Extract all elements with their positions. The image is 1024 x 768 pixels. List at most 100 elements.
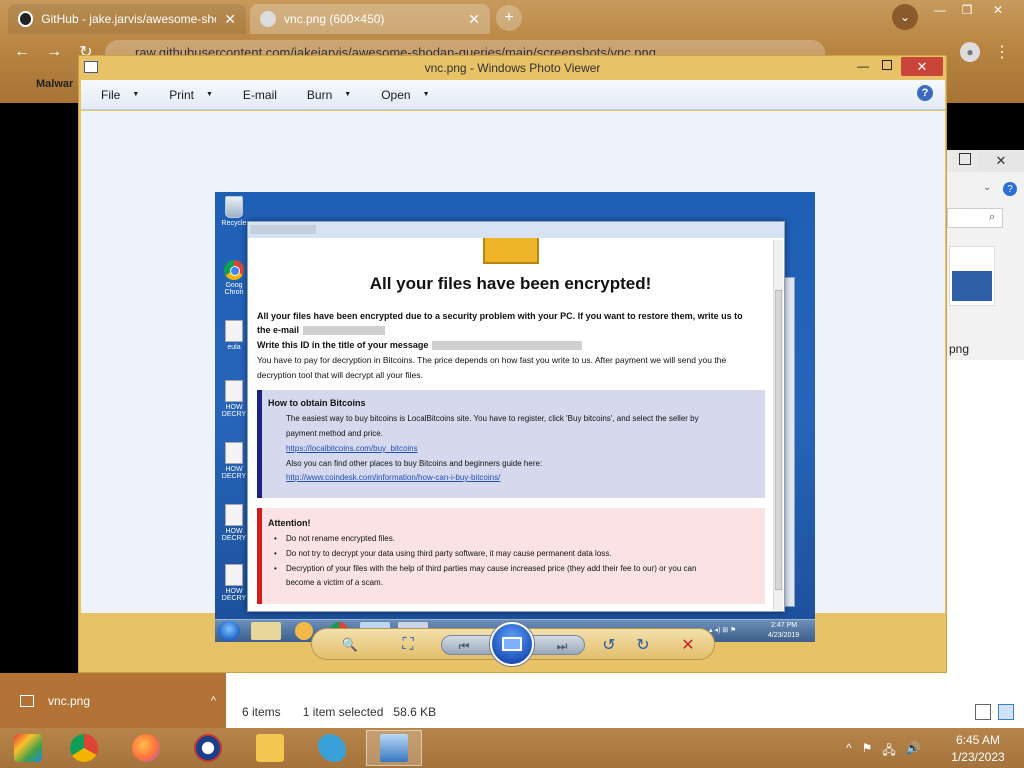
zoom-icon[interactable]: 🔍 (340, 635, 360, 655)
menu-email[interactable]: E-mail (243, 88, 277, 102)
file-icon (20, 694, 34, 707)
ransom-text: Write this ID in the title of your messa… (257, 340, 429, 350)
minimize-button[interactable]: — (928, 2, 952, 18)
tab-vnc[interactable]: vnc.png (600×450) ✕ (250, 4, 490, 34)
ransom-line: decryption tool that will decrypt all yo… (257, 370, 423, 380)
download-item[interactable]: vnc.png ^ (0, 673, 226, 728)
taskbar-app-photo-viewer[interactable] (366, 730, 422, 766)
close-icon[interactable]: ✕ (978, 150, 1024, 172)
taskbar-app-chrome[interactable] (56, 730, 112, 766)
tab-title: GitHub - jake.jarvis/awesome-shod (41, 12, 217, 26)
warning-icon (483, 238, 539, 264)
vm-clock-time: 2:47 PM (771, 622, 798, 629)
slideshow-button[interactable] (490, 622, 534, 666)
chevron-up-icon[interactable]: ^ (211, 695, 216, 707)
taskbar-app-explorer[interactable] (242, 730, 298, 766)
delete-icon[interactable]: ✕ (678, 635, 698, 655)
bookmark-item[interactable]: Malwar (36, 78, 73, 90)
attention-item: Do not rename encrypted files. (274, 532, 395, 546)
desktop-icon-label: Goog Chron (224, 282, 244, 296)
caret-down-icon: ▼ (132, 91, 140, 98)
taskbar-app-obama[interactable] (180, 730, 236, 766)
volume-icon[interactable]: 🔊 (906, 741, 921, 762)
tray-icons: ▴ ◂) ⊞ ⚑ (709, 627, 737, 634)
next-icon[interactable]: ⏭ (552, 636, 572, 656)
previous-icon[interactable]: ⏮ (454, 636, 474, 656)
menu-burn[interactable]: Burn ▼ (307, 88, 351, 102)
flag-icon[interactable]: ⚑ (862, 741, 873, 762)
forward-icon[interactable]: → (44, 42, 64, 62)
ransom-line: You have to pay for decryption in Bitcoi… (257, 355, 727, 365)
show-hidden-icons[interactable]: ^ (846, 741, 852, 762)
close-button[interactable]: ✕ (901, 57, 943, 76)
explorer-icon (251, 622, 281, 640)
chevron-down-icon[interactable]: ⌄ (983, 182, 991, 193)
desktop-icon-label: eula (227, 344, 241, 351)
desktop-icon-label: HOW DECRY (221, 528, 247, 542)
slideshow-icon (502, 637, 522, 651)
network-icon[interactable]: 🖧 (882, 741, 895, 762)
rotate-ccw-icon[interactable]: ↺ (599, 635, 619, 655)
bitcoin-box: How to obtain Bitcoins The easiest way t… (257, 390, 765, 498)
status-items: 6 items (242, 705, 281, 719)
attention-item: Do not try to decrypt your data using th… (274, 547, 611, 561)
actual-size-icon[interactable]: ⛶ (398, 635, 418, 655)
taskbar-app-firefox[interactable] (118, 730, 174, 766)
explorer-status: 6 items 1 item selected 58.6 KB (242, 705, 436, 719)
desktop-icon-recycle: Recycle (221, 196, 247, 227)
help-icon[interactable]: ? (917, 85, 933, 101)
new-tab-button[interactable]: + (496, 5, 522, 31)
bitcoin-text: payment method and price. (286, 429, 383, 438)
restore-button[interactable]: ❐ (955, 2, 979, 18)
close-tab-icon[interactable]: ✕ (468, 11, 480, 28)
tab-github[interactable]: GitHub - jake.jarvis/awesome-shod ✕ (8, 4, 246, 34)
image-canvas: Recycle Goog Chron eula HOW DECRY HOW DE… (81, 111, 945, 642)
taskbar-clock[interactable]: 6:45 AM 1/23/2023 (938, 732, 1018, 766)
desktop-icon-label: HOW DECRY (221, 588, 247, 602)
desktop-icon-label: HOW DECRY (221, 466, 247, 480)
tiles-view-icon[interactable] (998, 704, 1014, 720)
desktop-icon-file: HOW DECRY (221, 380, 247, 418)
back-icon[interactable]: ← (12, 42, 32, 62)
search-icon: ⌕ (989, 211, 996, 223)
viewer-controlbar: 🔍 ⛶ ⏮ ⏭ ↺ ↻ ✕ (311, 622, 715, 666)
photo-viewer-icon (380, 734, 408, 762)
globe-icon (260, 11, 276, 27)
download-filename: vnc.png (48, 693, 91, 708)
file-name: png (949, 342, 970, 356)
windows-start-icon (218, 621, 240, 641)
close-tab-icon[interactable]: ✕ (224, 11, 236, 28)
attention-box: Attention! Do not rename encrypted files… (257, 508, 765, 604)
firefox-icon (132, 734, 160, 762)
ransom-title: All your files have been encrypted! (369, 274, 652, 293)
ransom-titlebar (248, 222, 784, 238)
maximize-button[interactable] (882, 60, 892, 70)
menu-label: E-mail (242, 87, 277, 102)
file-thumbnail[interactable] (949, 246, 995, 306)
taskbar-app-dolphin[interactable] (304, 730, 360, 766)
details-view-icon[interactable] (975, 704, 991, 720)
ransom-text: the e-mail (257, 325, 300, 335)
desktop-icon-label: Recycle (221, 220, 247, 227)
taskbar-app-photos[interactable] (0, 730, 56, 766)
tab-search-icon[interactable]: ⌄ (892, 4, 918, 30)
maximize-icon[interactable] (959, 153, 971, 165)
desktop-icon-label: HOW DECRY (221, 404, 247, 418)
desktop-icon-eula: eula (221, 320, 247, 351)
menu-icon[interactable]: ⋮ (994, 42, 1010, 62)
help-icon[interactable]: ? (1003, 182, 1017, 196)
dolphin-icon (318, 734, 346, 762)
clock-date: 1/23/2023 (951, 750, 1005, 764)
menu-print[interactable]: Print ▼ (169, 88, 213, 102)
menu-open[interactable]: Open ▼ (381, 88, 429, 102)
zoom-glyph: 🔍 (341, 637, 359, 652)
desktop-icon-file: HOW DECRY (221, 564, 247, 602)
menu-label: Print (169, 87, 194, 102)
rotate-cw-icon[interactable]: ↻ (633, 635, 653, 655)
close-button[interactable]: ✕ (986, 2, 1010, 18)
redacted-email (303, 326, 386, 336)
profile-icon[interactable]: ● (960, 42, 980, 62)
chrome-icon (70, 734, 98, 762)
minimize-button[interactable]: — (857, 59, 871, 73)
menu-file[interactable]: File ▼ (101, 88, 139, 102)
